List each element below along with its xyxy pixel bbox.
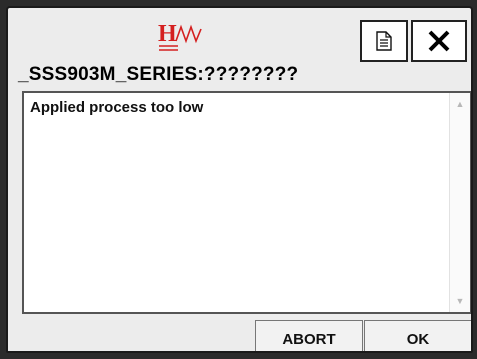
scroll-up-arrow-icon[interactable]: ▲	[450, 95, 470, 113]
document-icon	[376, 31, 392, 51]
scroll-down-arrow-icon[interactable]: ▼	[450, 292, 470, 310]
message-text: Applied process too low	[30, 99, 204, 116]
document-button[interactable]	[360, 20, 408, 62]
alarm-dialog: H _SSS903M_SERIES:???????? Applied proce…	[6, 6, 473, 353]
close-icon	[428, 30, 450, 52]
close-button[interactable]	[411, 20, 467, 62]
ok-button[interactable]: OK	[364, 320, 471, 351]
vertical-scrollbar[interactable]: ▲ ▼	[449, 93, 470, 312]
abort-button[interactable]: ABORT	[255, 320, 363, 351]
hw-logo: H	[158, 21, 202, 51]
dialog-title: _SSS903M_SERIES:????????	[18, 64, 299, 85]
message-area[interactable]: Applied process too low ▲ ▼	[22, 91, 471, 314]
logo-letter: H	[158, 21, 177, 47]
